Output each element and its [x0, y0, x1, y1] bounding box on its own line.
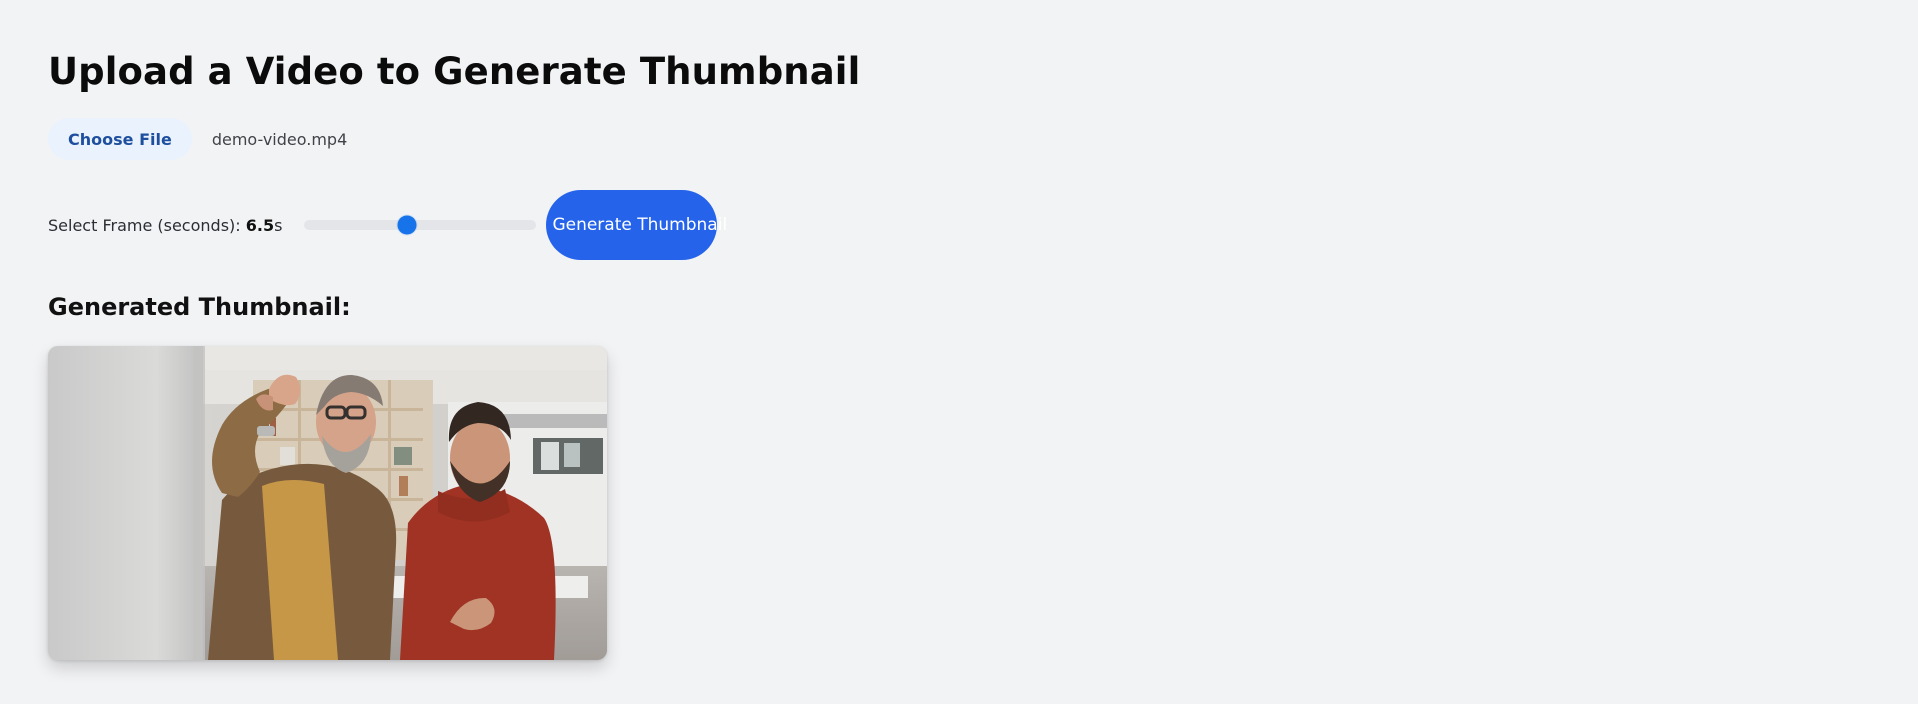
page-title: Upload a Video to Generate Thumbnail: [48, 50, 861, 93]
slider-track: [304, 220, 537, 230]
thumbnail-image: [48, 346, 607, 660]
selected-file-name: demo-video.mp4: [211, 129, 348, 149]
choose-file-button[interactable]: Choose File: [48, 118, 192, 160]
slider-thumb[interactable]: [397, 215, 417, 235]
frame-unit: s: [274, 215, 283, 235]
frame-selector-row: Select Frame (seconds): 6.5s Generate Th…: [48, 190, 727, 260]
thumbnail-heading: Generated Thumbnail:: [48, 293, 351, 321]
file-picker: Choose File demo-video.mp4: [48, 118, 347, 160]
generate-thumbnail-button[interactable]: Generate Thumbnail: [546, 190, 727, 260]
frame-value: 6.5: [245, 215, 275, 235]
frame-slider[interactable]: [304, 215, 537, 235]
page-main: Upload a Video to Generate Thumbnail Cho…: [48, 48, 861, 660]
frame-label-text: Select Frame (seconds):: [48, 215, 246, 235]
frame-selector-label: Select Frame (seconds): 6.5s: [48, 216, 282, 235]
generated-thumbnail: [48, 346, 607, 660]
